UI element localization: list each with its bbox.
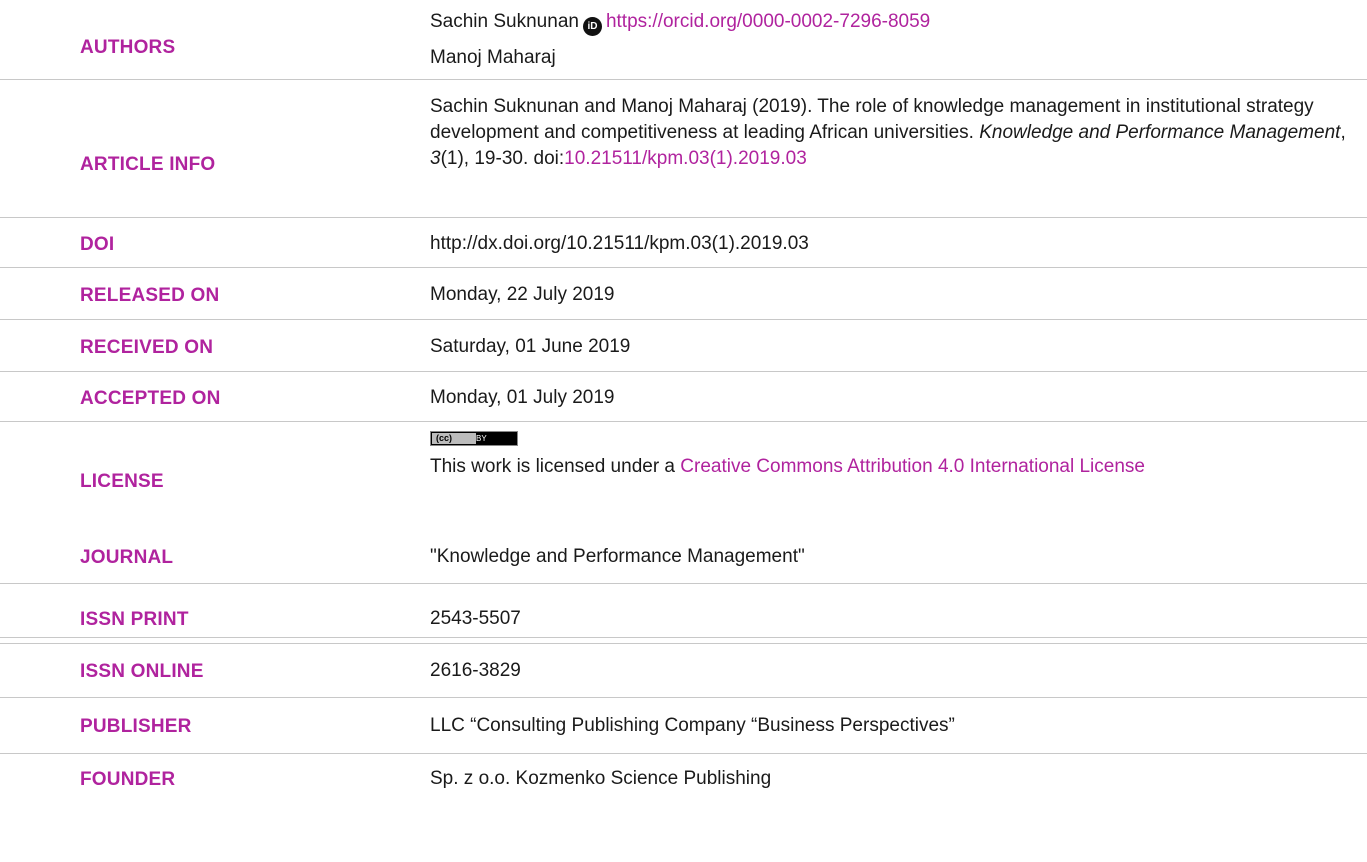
citation-sep: ,	[1340, 122, 1346, 143]
row-accepted-on: ACCEPTED ON Monday, 01 July 2019	[0, 372, 1367, 422]
label-released-on: RELEASED ON	[80, 285, 220, 306]
label-accepted-on: ACCEPTED ON	[80, 388, 221, 409]
value-received-on: Saturday, 01 June 2019	[430, 336, 631, 357]
value-publisher: LLC “Consulting Publishing Company “Busi…	[430, 715, 955, 736]
row-received-on: RECEIVED ON Saturday, 01 June 2019	[0, 320, 1367, 372]
author-1-name: Sachin Suknunan	[430, 11, 579, 32]
row-released-on: RELEASED ON Monday, 22 July 2019	[0, 268, 1367, 320]
author-1: Sachin Suknunan iD https://orcid.org/0000-…	[430, 4, 1360, 40]
license-link[interactable]: Creative Commons Attribution 4.0 Interna…	[680, 456, 1145, 477]
value-authors: Sachin Suknunan iD https://orcid.org/0000-…	[430, 4, 1360, 76]
label-authors: AUTHORS	[80, 37, 176, 58]
value-founder: Sp. z o.o. Kozmenko Science Publishing	[430, 768, 772, 789]
citation-issue-pages: (1), 19-30. doi:	[440, 148, 565, 169]
value-doi: http://dx.doi.org/10.21511/kpm.03(1).201…	[430, 233, 809, 254]
value-article-info: Sachin Suknunan and Manoj Maharaj (2019)…	[430, 94, 1355, 172]
value-accepted-on: Monday, 01 July 2019	[430, 387, 615, 408]
citation-journal: Knowledge and Performance Management	[979, 122, 1341, 143]
license-text: This work is licensed under a Creative C…	[430, 454, 1360, 480]
label-license: LICENSE	[80, 471, 164, 492]
label-article-info: ARTICLE INFO	[80, 154, 216, 175]
value-journal: "Knowledge and Performance Management"	[430, 546, 805, 567]
row-publisher: PUBLISHER LLC “Consulting Publishing Com…	[0, 698, 1367, 754]
row-issn-print: ISSN PRINT 2543-5507	[0, 594, 1367, 644]
label-issn-online: ISSN ONLINE	[80, 661, 204, 682]
row-doi: DOI http://dx.doi.org/10.21511/kpm.03(1)…	[0, 218, 1367, 268]
cc-badge-left: (cc)	[432, 433, 476, 444]
license-prefix: This work is licensed under a	[430, 456, 681, 477]
cc-by-badge-icon[interactable]: (cc) BY	[430, 431, 518, 446]
label-received-on: RECEIVED ON	[80, 337, 214, 358]
citation-doi-link[interactable]: 10.21511/kpm.03(1).2019.03	[564, 148, 807, 169]
author-2-name: Manoj Maharaj	[430, 47, 556, 68]
label-journal: JOURNAL	[80, 547, 174, 568]
label-doi: DOI	[80, 234, 115, 255]
label-issn-print: ISSN PRINT	[80, 609, 189, 630]
citation-volume: 3	[430, 148, 441, 169]
label-publisher: PUBLISHER	[80, 716, 192, 737]
value-issn-print: 2543-5507	[430, 608, 521, 629]
label-founder: FOUNDER	[80, 769, 176, 790]
value-license: (cc) BY This work is licensed under a Cr…	[430, 428, 1360, 480]
row-article-info: ARTICLE INFO Sachin Suknunan and Manoj M…	[0, 80, 1367, 218]
orcid-icon[interactable]: iD	[582, 17, 602, 36]
value-released-on: Monday, 22 July 2019	[430, 284, 615, 305]
row-authors: AUTHORS Sachin Suknunan iD https://orcid.o…	[0, 0, 1367, 80]
cc-badge-right: BY	[476, 434, 487, 443]
value-issn-online: 2616-3829	[430, 660, 521, 681]
row-founder: FOUNDER Sp. z o.o. Kozmenko Science Publ…	[0, 754, 1367, 810]
row-issn-online: ISSN ONLINE 2616-3829	[0, 644, 1367, 698]
author-1-orcid-link[interactable]: https://orcid.org/0000-0002-7296-8059	[606, 11, 930, 32]
